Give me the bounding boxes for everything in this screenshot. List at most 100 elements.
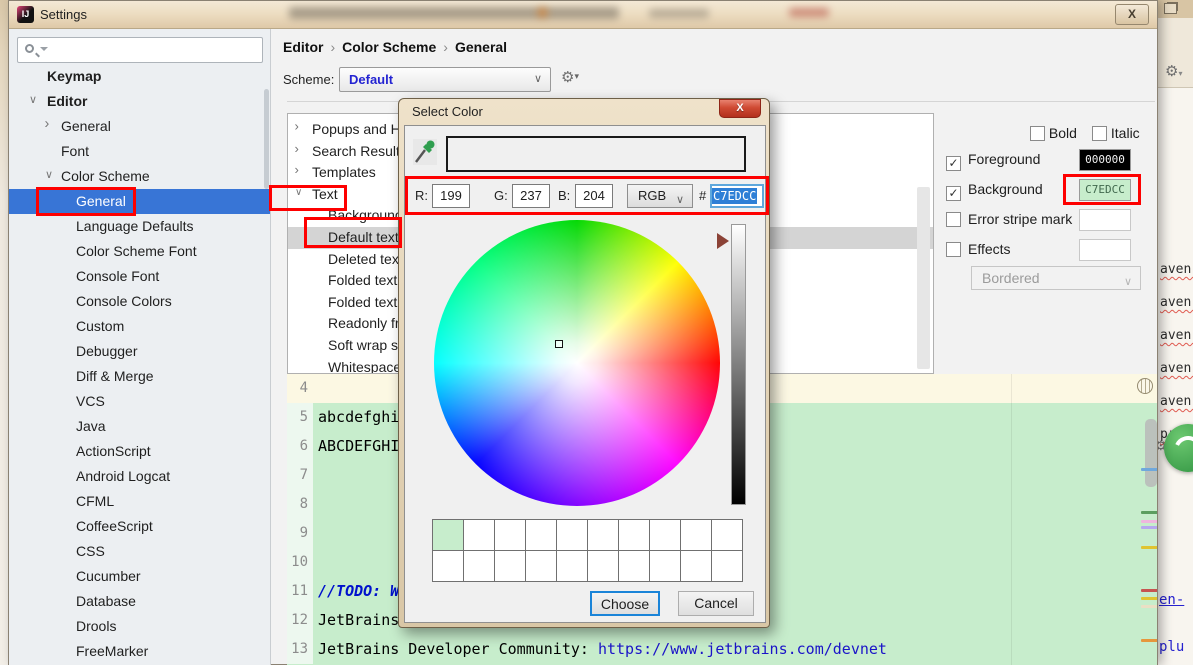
sidebar-item-language-defaults[interactable]: Language Defaults: [9, 214, 270, 239]
brightness-slider-arrow[interactable]: [717, 233, 729, 249]
swatch-cell[interactable]: [680, 519, 712, 551]
sidebar-item-freemarker[interactable]: FreeMarker: [9, 639, 270, 664]
line-number: 8: [287, 490, 313, 519]
effects-color-swatch[interactable]: [1079, 239, 1131, 261]
sidebar-item-console-font[interactable]: Console Font: [9, 264, 270, 289]
scheme-dropdown[interactable]: Default ∨: [339, 67, 551, 92]
sidebar-item-diff-merge[interactable]: Diff & Merge: [9, 364, 270, 389]
breadcrumb-color-scheme[interactable]: Color Scheme: [342, 39, 436, 55]
sidebar-item-drools[interactable]: Drools: [9, 614, 270, 639]
line-number: 5: [287, 403, 313, 432]
swatch-cell[interactable]: [711, 519, 743, 551]
swatch-cell-filled[interactable]: [432, 519, 464, 551]
sidebar-item-label: Diff & Merge: [76, 368, 154, 384]
swatch-cell[interactable]: [587, 550, 619, 582]
tree-collapsed-icon[interactable]: ›: [44, 116, 49, 132]
swatch-cell[interactable]: [556, 519, 588, 551]
sidebar-item-vcs[interactable]: VCS: [9, 389, 270, 414]
bold-checkbox[interactable]: [1030, 126, 1045, 141]
tree-expanded-icon[interactable]: ∨: [295, 187, 302, 198]
sidebar-item-debugger[interactable]: Debugger: [9, 339, 270, 364]
sidebar-item-color-scheme[interactable]: ∨ Color Scheme: [9, 164, 270, 189]
hex-input[interactable]: C7EDCC: [710, 184, 764, 208]
green-label: G:: [494, 188, 508, 203]
background-tree-item: aven-: [1160, 361, 1193, 376]
sidebar-item-label: CSS: [76, 543, 105, 559]
swatch-cell[interactable]: [494, 550, 526, 582]
tree-collapsed-icon[interactable]: ›: [294, 142, 298, 156]
options-scrollbar[interactable]: [917, 187, 930, 369]
sidebar-item-cucumber[interactable]: Cucumber: [9, 564, 270, 589]
attribute-row-effects: Effects: [946, 239, 1131, 265]
sidebar-item-css[interactable]: CSS: [9, 539, 270, 564]
sidebar-item-coffeescript[interactable]: CoffeeScript: [9, 514, 270, 539]
sidebar-item-general[interactable]: General: [9, 189, 270, 214]
sidebar-item-android-logcat[interactable]: Android Logcat: [9, 464, 270, 489]
sidebar-item-cfml[interactable]: CFML: [9, 489, 270, 514]
inspections-widget-icon[interactable]: [1137, 378, 1153, 394]
swatch-cell[interactable]: [618, 519, 650, 551]
swatch-cell[interactable]: [711, 550, 743, 582]
green-input[interactable]: 237: [512, 184, 550, 208]
background-color-swatch[interactable]: C7EDCC: [1079, 179, 1131, 201]
sidebar-scrollbar[interactable]: [264, 89, 269, 189]
swatch-cell[interactable]: [525, 550, 557, 582]
tree-expanded-icon[interactable]: ∨: [45, 168, 53, 181]
option-item-label: Templates: [312, 164, 376, 181]
swatch-cell[interactable]: [463, 519, 495, 551]
ide-toolbar-fragment: ⚙▾: [1158, 18, 1193, 88]
sidebar-item-keymap[interactable]: Keymap: [9, 64, 270, 89]
blue-input[interactable]: 204: [575, 184, 613, 208]
swatch-cell[interactable]: [618, 550, 650, 582]
scheme-actions-button[interactable]: ⚙▾: [561, 70, 579, 85]
brightness-slider[interactable]: [731, 224, 746, 505]
swatch-cell[interactable]: [587, 519, 619, 551]
sidebar-item-custom[interactable]: Custom: [9, 314, 270, 339]
tree-expanded-icon[interactable]: ∨: [29, 93, 37, 106]
sidebar-item-editor[interactable]: ∨ Editor: [9, 89, 270, 114]
line-number: 12: [287, 606, 313, 635]
foreground-checkbox[interactable]: ✓: [946, 156, 961, 171]
effects-style-dropdown[interactable]: Bordered ∨: [971, 266, 1141, 290]
swatch-cell[interactable]: [649, 550, 681, 582]
swatch-cell[interactable]: [556, 550, 588, 582]
red-input[interactable]: 199: [432, 184, 470, 208]
sidebar-item-general[interactable]: › General: [9, 114, 270, 139]
sidebar-item-database[interactable]: Database: [9, 589, 270, 614]
background-checkbox[interactable]: ✓: [946, 186, 961, 201]
preview-scrollbar[interactable]: [1145, 419, 1157, 487]
error-stripe-mark-checkbox[interactable]: [946, 212, 961, 227]
foreground-color-swatch[interactable]: 000000: [1079, 149, 1131, 171]
swatch-cell[interactable]: [463, 550, 495, 582]
sidebar-item-label: Editor: [47, 93, 88, 109]
error-stripe-mark-color-swatch[interactable]: [1079, 209, 1131, 231]
line-number: 9: [287, 519, 313, 548]
sidebar-item-label: Language Defaults: [76, 218, 194, 234]
sidebar-item-actionscript[interactable]: ActionScript: [9, 439, 270, 464]
eyedropper-icon[interactable]: [413, 138, 437, 166]
sidebar-item-java[interactable]: Java: [9, 414, 270, 439]
tree-collapsed-icon[interactable]: ›: [294, 120, 298, 134]
choose-button[interactable]: Choose: [590, 591, 660, 616]
swatch-cell[interactable]: [680, 550, 712, 582]
sidebar-item-color-scheme-font[interactable]: Color Scheme Font: [9, 239, 270, 264]
tree-collapsed-icon[interactable]: ›: [294, 164, 298, 178]
sidebar-item-console-colors[interactable]: Console Colors: [9, 289, 270, 314]
cancel-button[interactable]: Cancel: [678, 591, 754, 616]
italic-checkbox[interactable]: [1092, 126, 1107, 141]
close-dialog-button[interactable]: X: [719, 99, 761, 118]
swatch-cell[interactable]: [494, 519, 526, 551]
effects-checkbox[interactable]: [946, 242, 961, 257]
breadcrumb-editor[interactable]: Editor: [283, 39, 323, 55]
gear-icon: ⚙▾: [1165, 63, 1183, 80]
color-wheel-marker[interactable]: [555, 340, 563, 348]
sidebar-item-label: Console Colors: [76, 293, 172, 309]
close-settings-button[interactable]: X: [1115, 4, 1149, 25]
swatch-cell[interactable]: [432, 550, 464, 582]
color-wheel[interactable]: [434, 220, 720, 506]
color-mode-dropdown[interactable]: RGB ∨: [627, 184, 693, 208]
sidebar-item-label: Custom: [76, 318, 125, 334]
swatch-cell[interactable]: [525, 519, 557, 551]
sidebar-item-font[interactable]: Font: [9, 139, 270, 164]
swatch-cell[interactable]: [649, 519, 681, 551]
